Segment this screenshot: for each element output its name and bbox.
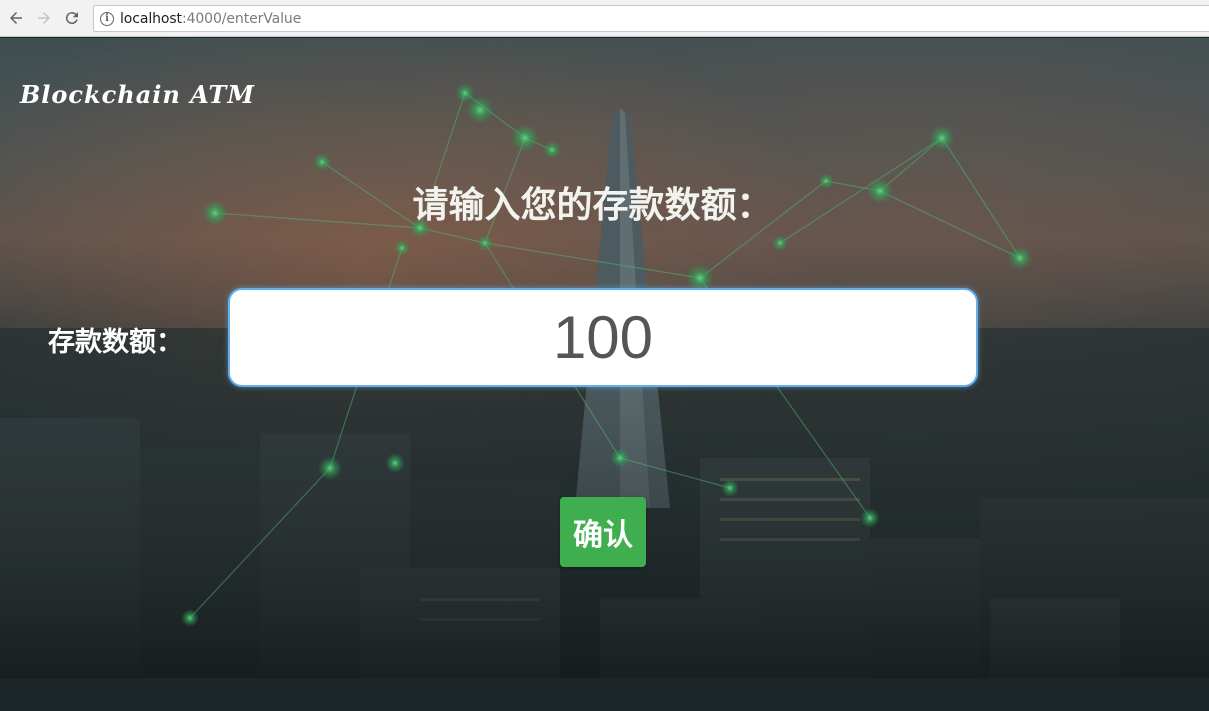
page-title: 请输入您的存款数额： xyxy=(412,185,773,226)
url-text: localhost:4000/enterValue xyxy=(120,11,301,27)
browser-toolbar: i localhost:4000/enterValue xyxy=(0,0,1209,37)
forward-button[interactable] xyxy=(32,6,56,30)
info-icon[interactable]: i xyxy=(100,11,114,26)
url-host: localhost xyxy=(120,10,182,27)
reload-button[interactable] xyxy=(60,6,84,30)
address-bar[interactable]: i localhost:4000/enterValue xyxy=(93,5,1209,32)
deposit-amount-label: 存款数额： xyxy=(48,327,183,358)
url-path: :4000/enterValue xyxy=(181,10,302,27)
back-button[interactable] xyxy=(4,6,28,30)
app-logo: Blockchain ATM xyxy=(20,80,255,109)
arrow-right-icon xyxy=(38,12,50,24)
confirm-button[interactable]: 确认 xyxy=(560,497,646,567)
deposit-amount-input[interactable] xyxy=(228,288,978,387)
page-content: Blockchain ATM 请输入您的存款数额： 存款数额： 确认 xyxy=(0,38,1209,711)
arrow-left-icon xyxy=(10,12,22,24)
reload-icon xyxy=(65,12,78,25)
